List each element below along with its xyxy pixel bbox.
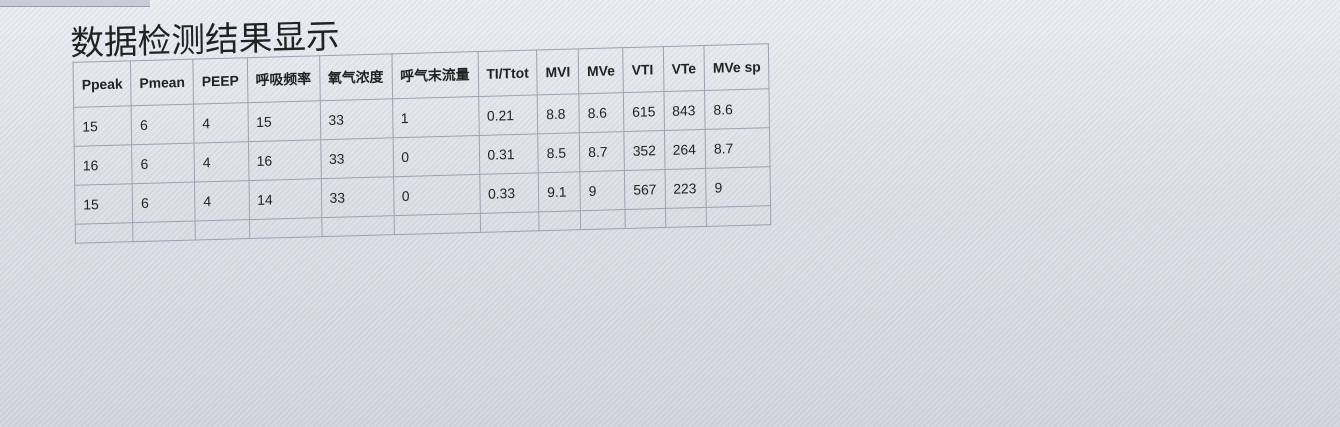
table-cell: 6 bbox=[132, 182, 196, 223]
table-cell: 8.7 bbox=[579, 131, 625, 172]
table-cell: 6 bbox=[131, 143, 195, 184]
column-header-oxygen-concentration: 氧气浓度 bbox=[319, 53, 393, 101]
table-cell bbox=[132, 221, 196, 242]
table-cell bbox=[625, 208, 666, 229]
table-cell: 9 bbox=[705, 166, 771, 208]
table-cell: 8.6 bbox=[704, 88, 770, 130]
column-header-vti: VTI bbox=[622, 46, 664, 93]
table-cell: 843 bbox=[663, 90, 706, 131]
table-cell bbox=[665, 207, 707, 228]
column-header-respiratory-rate: 呼吸频率 bbox=[246, 55, 320, 103]
table-cell: 615 bbox=[623, 91, 665, 132]
screen: 数据检测结果显示 Ppeak Pmean PEEP 呼吸频率 氧气浓度 呼气末流… bbox=[0, 0, 1340, 427]
column-header-ti-ttot: TI/Ttot bbox=[477, 49, 538, 97]
table-cell: 4 bbox=[194, 141, 249, 183]
table-cell bbox=[539, 210, 581, 231]
table-cell: 33 bbox=[320, 176, 394, 218]
table-cell: 8.5 bbox=[538, 132, 581, 173]
window-top-bar bbox=[0, 0, 150, 7]
table-cell: 14 bbox=[248, 178, 322, 220]
table-cell: 8.8 bbox=[537, 93, 580, 134]
table-cell: 8.6 bbox=[578, 92, 625, 133]
table-cell: 15 bbox=[247, 100, 321, 142]
table-cell: 0 bbox=[393, 174, 480, 216]
table-cell: 16 bbox=[74, 144, 133, 186]
table-cell: 15 bbox=[74, 183, 133, 225]
column-header-peep: PEEP bbox=[193, 57, 248, 105]
results-table: Ppeak Pmean PEEP 呼吸频率 氧气浓度 呼气末流量 TI/Ttot… bbox=[73, 43, 772, 244]
column-header-vte: VTe bbox=[662, 45, 705, 92]
table-cell: 4 bbox=[193, 102, 249, 144]
table-cell: 567 bbox=[624, 169, 666, 210]
table-cell: 0.31 bbox=[478, 133, 539, 175]
column-header-mve-sp: MVe sp bbox=[704, 43, 770, 91]
table-cell bbox=[580, 209, 626, 230]
table-cell: 9 bbox=[580, 170, 626, 211]
column-header-ppeak: Ppeak bbox=[73, 60, 132, 108]
table-cell bbox=[321, 215, 394, 237]
table-cell bbox=[195, 219, 250, 241]
table-cell: 33 bbox=[319, 98, 393, 140]
column-header-mvi: MVI bbox=[536, 48, 579, 95]
column-header-pmean: Pmean bbox=[130, 59, 194, 106]
table-cell bbox=[75, 222, 134, 244]
table-cell: 9.1 bbox=[538, 171, 581, 212]
table-cell: 33 bbox=[320, 137, 394, 179]
table-cell: 4 bbox=[194, 180, 250, 222]
table-cell bbox=[706, 205, 772, 227]
table-cell bbox=[249, 217, 322, 239]
table-cell: 352 bbox=[624, 130, 665, 171]
table-cell: 264 bbox=[664, 129, 706, 170]
table-cell: 0.21 bbox=[478, 94, 539, 136]
table-cell: 223 bbox=[664, 168, 707, 209]
table-cell: 1 bbox=[392, 96, 479, 138]
table-cell: 0.33 bbox=[479, 172, 540, 214]
column-header-end-expiratory-flow: 呼气末流量 bbox=[391, 51, 479, 99]
table-cell: 16 bbox=[248, 139, 321, 181]
table-cell: 6 bbox=[131, 104, 195, 145]
table-cell: 8.7 bbox=[705, 127, 771, 169]
table-cell bbox=[479, 211, 540, 233]
table-cell: 15 bbox=[73, 105, 132, 147]
column-header-mve: MVe bbox=[578, 47, 624, 94]
table-cell: 0 bbox=[392, 135, 480, 177]
table-cell bbox=[393, 213, 481, 235]
